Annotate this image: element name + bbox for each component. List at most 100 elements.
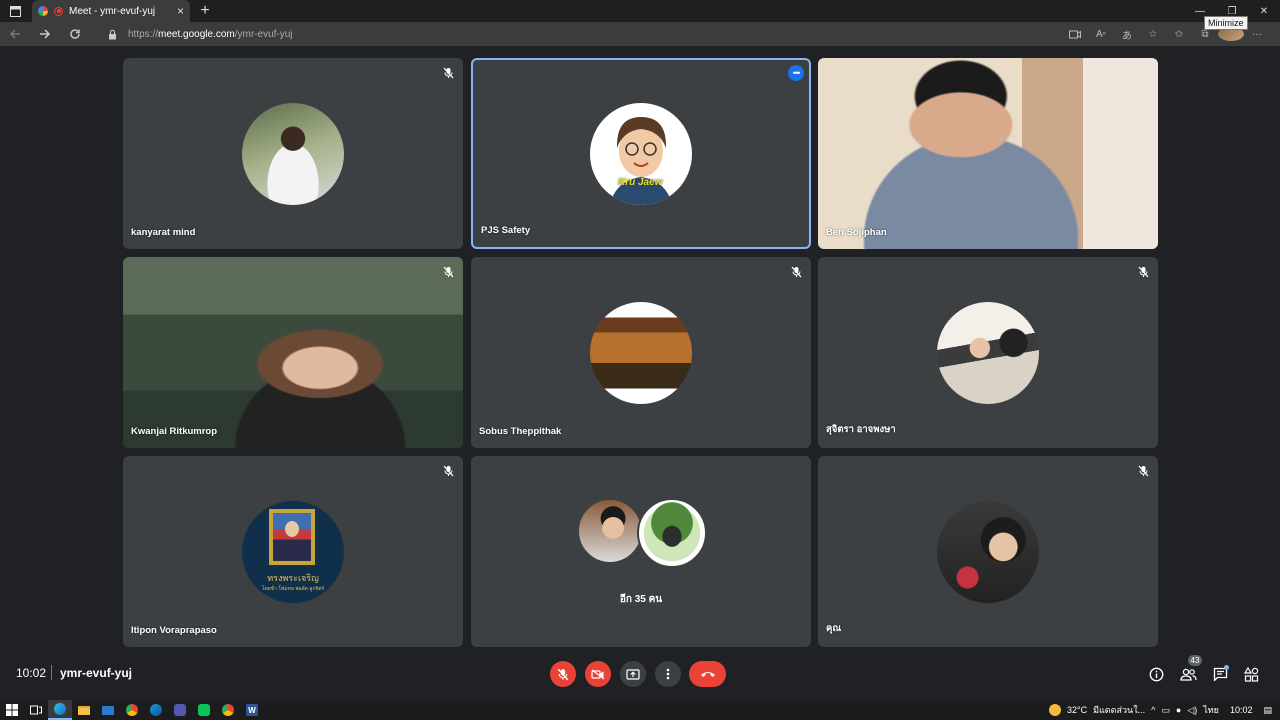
mic-toggle-button[interactable] xyxy=(550,661,576,687)
chevron-up-icon[interactable]: ^ xyxy=(1151,705,1155,715)
participant-tile[interactable]: สุจิตรา อาจพงษา xyxy=(818,257,1158,448)
start-button[interactable] xyxy=(0,700,24,720)
browser-tab-bar: Meet - ymr-evuf-yuj × + — ❐ ✕ xyxy=(0,0,1280,22)
mic-off-icon xyxy=(441,66,455,80)
volume-icon[interactable]: ◁) xyxy=(1187,705,1197,716)
chrome-icon[interactable] xyxy=(216,700,240,720)
hangup-icon xyxy=(700,672,715,677)
settings-more-icon[interactable]: ··· xyxy=(1244,29,1270,40)
window-menu-icon[interactable] xyxy=(0,0,30,22)
url-host: meet.google.com xyxy=(158,28,235,40)
participant-tile[interactable]: Sobus Theppithak xyxy=(471,257,811,448)
leave-call-button[interactable] xyxy=(689,661,726,687)
browser-toolbar: https://meet.google.com/ymr-evuf-yuj A» … xyxy=(0,22,1280,46)
system-tray: 32°C มีแดดส่วนใ... ^ ▭ ● ◁) ไทย 10:02 ▤ xyxy=(1046,700,1280,720)
chrome-icon[interactable] xyxy=(120,700,144,720)
edge-dev-icon[interactable] xyxy=(144,700,168,720)
weather-text[interactable]: มีแดดส่วนใ... xyxy=(1093,703,1145,717)
activities-icon xyxy=(1243,666,1258,682)
chat-unread-dot xyxy=(1224,665,1229,670)
participant-name: Ben Sojiphan xyxy=(826,227,887,238)
participant-grid: kanyarat mind Kru Jaew ••• PJS Safety Be… xyxy=(123,58,1158,647)
address-bar[interactable]: https://meet.google.com/ymr-evuf-yuj xyxy=(100,24,1152,44)
participant-avatar: Kru Jaew xyxy=(590,102,692,205)
collections-icon[interactable]: ⧉ xyxy=(1192,29,1218,40)
chrome-favicon-icon xyxy=(38,6,48,16)
participant-name: Kwanjai Ritkumrop xyxy=(131,426,218,437)
meeting-clock: 10:02 xyxy=(16,666,47,680)
participant-avatar xyxy=(937,500,1039,603)
participant-name: สุจิตรา อาจพงษา xyxy=(826,424,896,435)
mic-off-icon xyxy=(441,464,455,478)
favorite-add-icon[interactable]: ☆ xyxy=(1140,29,1166,40)
taskbar-clock[interactable]: 10:02 xyxy=(1230,705,1253,715)
participant-avatar: ทรงพระเจริญ โดยข้า โพ่มหล พ่อลัด ลูกจิตร… xyxy=(242,500,344,603)
tab-close-button[interactable]: × xyxy=(177,4,184,18)
activities-button[interactable] xyxy=(1241,664,1261,684)
participant-avatar xyxy=(637,498,707,568)
mic-off-icon xyxy=(1136,464,1150,478)
camera-toggle-button[interactable] xyxy=(585,661,611,687)
participant-tile-video[interactable]: Kwanjai Ritkumrop xyxy=(123,257,463,448)
read-aloud-icon[interactable]: A» xyxy=(1088,29,1114,40)
reload-button[interactable] xyxy=(60,28,90,40)
participant-avatar xyxy=(242,102,344,205)
participant-name: PJS Safety xyxy=(481,225,531,236)
line-icon[interactable] xyxy=(192,700,216,720)
info-icon xyxy=(1149,667,1163,681)
present-now-button[interactable] xyxy=(620,661,646,687)
camera-off-icon xyxy=(591,668,605,680)
microphone-tray-icon[interactable]: ● xyxy=(1176,705,1181,715)
translate-icon[interactable]: あ xyxy=(1114,27,1140,42)
browser-tab-meet[interactable]: Meet - ymr-evuf-yuj × xyxy=(32,0,190,22)
self-tile[interactable]: คุณ xyxy=(818,456,1158,647)
mail-icon[interactable] xyxy=(96,700,120,720)
people-button[interactable] xyxy=(1178,664,1198,684)
participant-video xyxy=(123,257,463,448)
participant-name: คุณ xyxy=(826,623,842,634)
participant-tile[interactable]: kanyarat mind xyxy=(123,58,463,249)
task-view-icon[interactable] xyxy=(24,700,48,720)
edge-taskbar-icon[interactable] xyxy=(48,700,72,720)
people-icon xyxy=(1179,668,1197,681)
notifications-icon[interactable]: ▤ xyxy=(1263,705,1272,716)
mic-off-icon xyxy=(1136,265,1150,279)
teams-icon[interactable] xyxy=(168,700,192,720)
tab-title: Meet - ymr-evuf-yuj xyxy=(69,5,156,17)
favorites-icon[interactable]: ✩ xyxy=(1166,29,1192,40)
participant-tile[interactable]: ทรงพระเจริญ โดยข้า โพ่มหล พ่อลัด ลูกจิตร… xyxy=(123,456,463,647)
lock-icon xyxy=(108,29,120,40)
url-path: /ymr-evuf-yuj xyxy=(234,28,293,40)
more-options-button[interactable]: ••• xyxy=(788,65,804,81)
mic-off-icon xyxy=(441,265,455,279)
meet-control-bar: 10:02 ymr-evuf-yuj xyxy=(0,650,1280,698)
others-avatar-stack xyxy=(577,498,707,568)
forward-button[interactable] xyxy=(30,28,60,40)
windows-logo-icon xyxy=(6,704,18,716)
others-tile[interactable]: อีก 35 คน xyxy=(471,456,811,647)
participant-name: Sobus Theppithak xyxy=(479,426,562,437)
language-indicator[interactable]: ไทย xyxy=(1203,703,1219,717)
meeting-code: ymr-evuf-yuj xyxy=(60,666,133,680)
divider xyxy=(51,665,52,680)
minimize-tooltip: Minimize xyxy=(1204,16,1248,30)
meeting-details-button[interactable] xyxy=(1146,664,1166,684)
recording-icon xyxy=(54,6,63,16)
participant-name: kanyarat mind xyxy=(131,227,196,238)
camera-in-use-icon[interactable] xyxy=(1062,30,1088,39)
back-button[interactable] xyxy=(0,28,30,40)
weather-icon xyxy=(1048,704,1061,716)
people-count-badge: 43 xyxy=(1188,655,1202,666)
close-window-button[interactable]: ✕ xyxy=(1248,0,1280,22)
mic-off-icon xyxy=(789,265,803,279)
network-icon[interactable]: ▭ xyxy=(1161,705,1170,716)
more-options-button[interactable] xyxy=(655,661,681,687)
new-tab-button[interactable]: + xyxy=(194,0,216,22)
word-icon[interactable]: W xyxy=(240,700,264,720)
participant-tile-video[interactable]: Ben Sojiphan xyxy=(818,58,1158,249)
participant-video xyxy=(818,58,1158,249)
more-vert-icon xyxy=(666,668,670,680)
weather-temp[interactable]: 32°C xyxy=(1067,705,1087,715)
file-explorer-icon[interactable] xyxy=(72,700,96,720)
participant-tile-active[interactable]: Kru Jaew ••• PJS Safety xyxy=(471,58,811,249)
